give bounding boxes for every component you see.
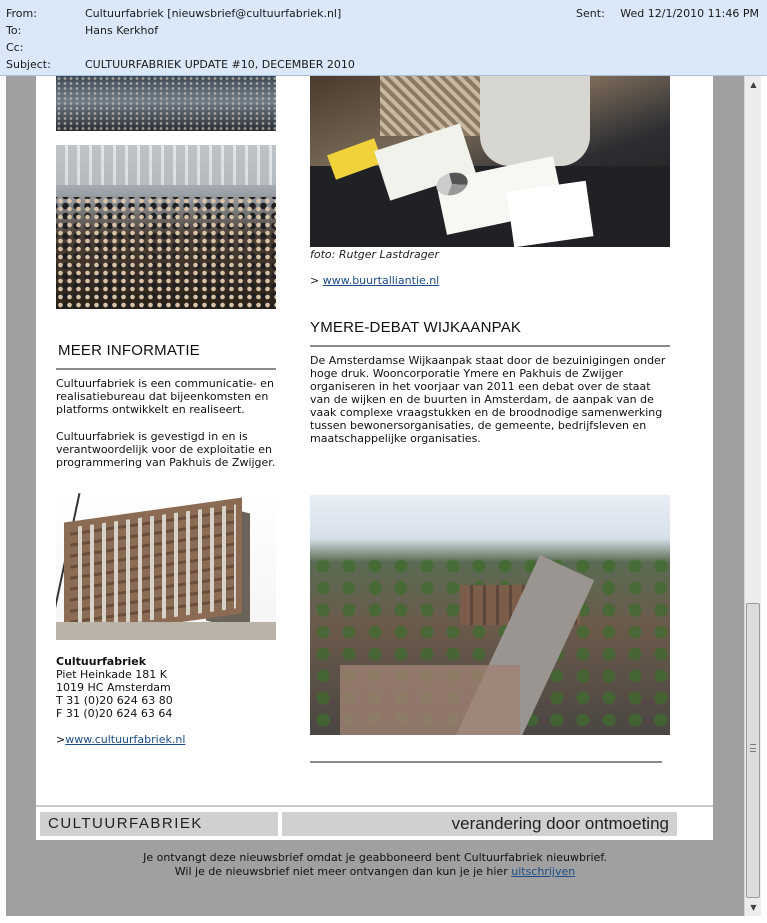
email-header: From: Cultuurfabriek [nieuwsbrief@cultuu…: [0, 0, 767, 76]
subject-label: Subject:: [6, 58, 51, 71]
amsterdam-aerial-photo: [310, 495, 670, 735]
buurtalliantie-link-line: > www.buurtalliantie.nl: [310, 274, 439, 287]
scroll-down-button[interactable]: ▼: [745, 899, 762, 916]
banner-brand-text: CULTUURFABRIEK: [48, 815, 203, 832]
vertical-scrollbar[interactable]: ▲ ▼: [744, 76, 761, 916]
scroll-up-button[interactable]: ▲: [745, 76, 762, 93]
conference-crowd-photo: [56, 76, 276, 131]
message-body[interactable]: foto: Rutger Lastdrager > www.buurtallia…: [0, 76, 767, 923]
meer-informatie-para2: Cultuurfabriek is gevestigd in en is ver…: [56, 430, 276, 469]
banner-tagline-text: verandering door ontmoeting: [451, 814, 669, 833]
sent-label: Sent:: [576, 7, 605, 20]
address-fax: F 31 (0)20 624 63 64: [56, 707, 173, 720]
dinner-hall-photo: [56, 145, 276, 309]
cultuurfabriek-link[interactable]: www.cultuurfabriek.nl: [65, 733, 185, 746]
grip-icon: [750, 744, 756, 752]
to-label: To:: [6, 24, 22, 37]
pakhuis-building-photo: [56, 492, 276, 640]
subject-value: CULTUURFABRIEK UPDATE #10, DECEMBER 2010: [85, 58, 355, 71]
meeting-table-photo: [310, 76, 670, 247]
address-phone: T 31 (0)20 624 63 80: [56, 694, 173, 707]
scrollbar-thumb[interactable]: [746, 603, 760, 898]
newsletter-footer: Je ontvangt deze nieuwsbrief omdat je ge…: [6, 851, 744, 879]
address-name: Cultuurfabriek: [56, 655, 147, 668]
cc-label: Cc:: [6, 41, 24, 54]
to-value[interactable]: Hans Kerkhof: [85, 23, 158, 39]
buurtalliantie-link[interactable]: www.buurtalliantie.nl: [323, 274, 440, 287]
link-prefix: >: [56, 733, 66, 746]
footer-line2: Wil je de nieuwsbrief niet meer ontvange…: [6, 865, 744, 879]
newsletter-banner: CULTUURFABRIEK verandering door ontmoeti…: [36, 805, 713, 840]
ymere-heading: YMERE-DEBAT WIJKAANPAK: [310, 319, 522, 336]
address-block: Cultuurfabriek Piet Heinkade 181 K 1019 …: [56, 655, 173, 720]
message-bottom-edge: [0, 916, 744, 923]
address-city: 1019 HC Amsterdam: [56, 681, 171, 694]
photo-caption: foto: Rutger Lastdrager: [310, 248, 439, 261]
link-prefix: >: [310, 274, 320, 287]
meer-informatie-para1: Cultuurfabriek is een communicatie- en r…: [56, 377, 274, 416]
meer-informatie-heading: MEER INFORMATIE: [58, 342, 200, 359]
banner-brand: CULTUURFABRIEK: [40, 812, 278, 836]
address-street: Piet Heinkade 181 K: [56, 668, 167, 681]
unsubscribe-link[interactable]: uitschrijven: [511, 865, 575, 878]
sent-row: Sent: Wed 12/1/2010 11:46 PM: [576, 6, 759, 22]
cultuurfabriek-link-line: >www.cultuurfabriek.nl: [56, 733, 185, 746]
ymere-heading-rule: [310, 345, 670, 347]
ymere-body: De Amsterdamse Wijkaanpak staat door de …: [310, 354, 666, 445]
from-value[interactable]: Cultuurfabriek [nieuwsbrief@cultuurfabri…: [85, 6, 341, 22]
section-end-rule: [310, 761, 662, 763]
from-label: From:: [6, 7, 37, 20]
meer-informatie-rule: [56, 368, 276, 370]
sent-value: Wed 12/1/2010 11:46 PM: [620, 7, 759, 20]
footer-line1: Je ontvangt deze nieuwsbrief omdat je ge…: [143, 851, 607, 864]
newsletter-content: foto: Rutger Lastdrager > www.buurtallia…: [36, 76, 713, 840]
banner-tagline: verandering door ontmoeting: [282, 812, 677, 836]
footer-line2-text: Wil je de nieuwsbrief niet meer ontvange…: [174, 865, 508, 878]
